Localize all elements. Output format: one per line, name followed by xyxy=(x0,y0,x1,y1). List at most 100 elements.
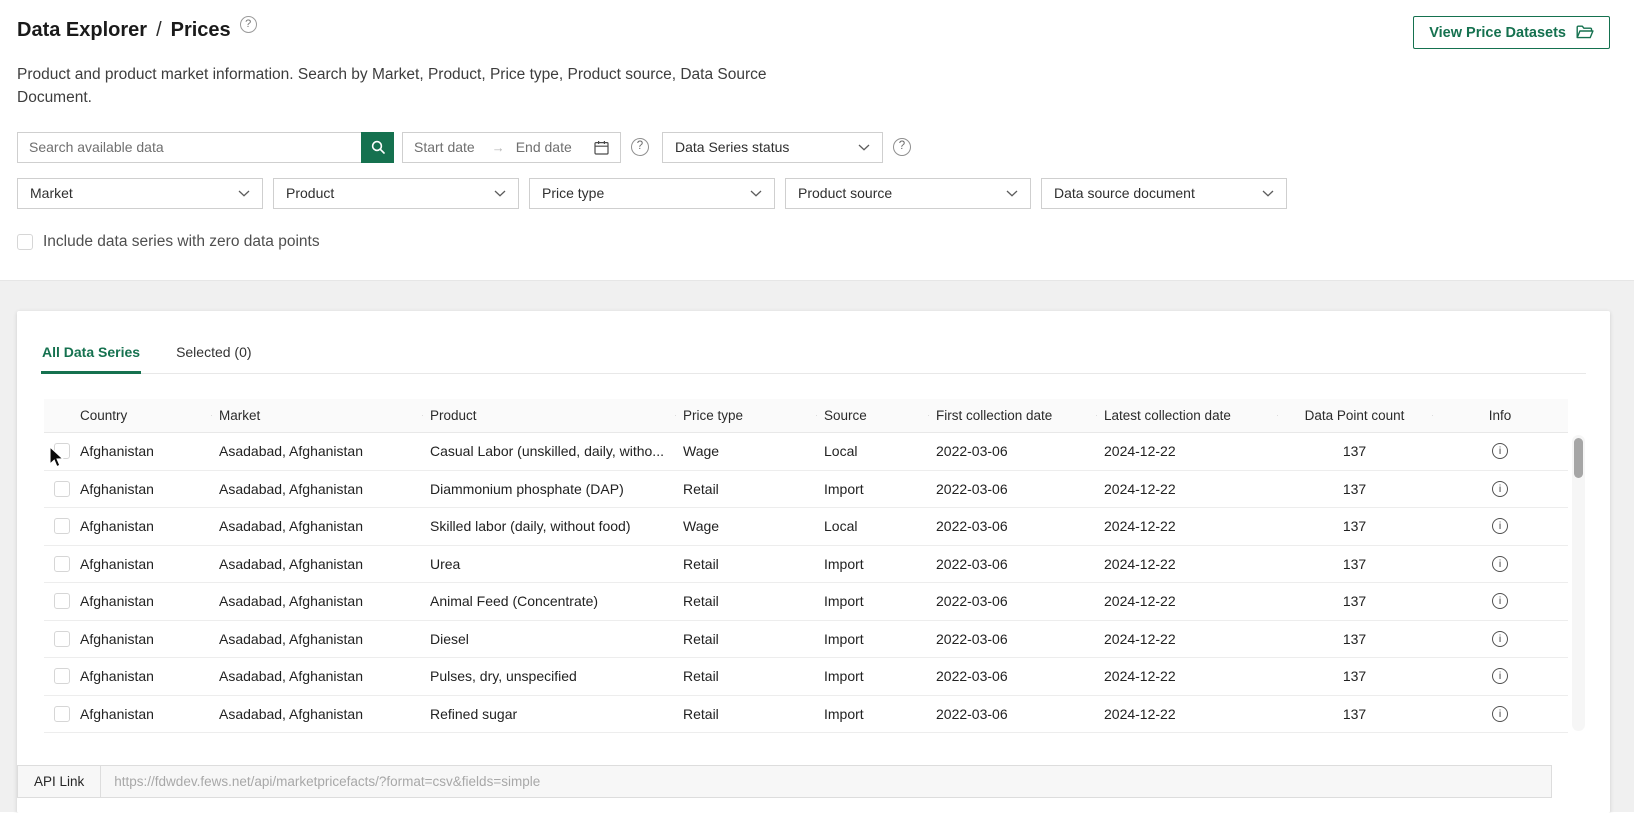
page-description: Product and product market information. … xyxy=(17,63,802,110)
column-header-latest-collection-date: Latest collection date xyxy=(1096,408,1277,423)
info-icon[interactable]: i xyxy=(1492,706,1508,722)
market-select[interactable]: Market xyxy=(17,178,263,209)
cell-first-collection-date: 2022-03-06 xyxy=(928,631,1096,647)
cell-market: Asadabad, Afghanistan xyxy=(211,518,422,534)
page-help-icon[interactable]: ? xyxy=(240,16,257,33)
cell-product: Refined sugar xyxy=(422,706,675,722)
view-price-datasets-label: View Price Datasets xyxy=(1429,25,1566,41)
cell-country: Afghanistan xyxy=(80,481,211,497)
tab-all-data-series[interactable]: All Data Series xyxy=(41,335,141,374)
row-checkbox[interactable] xyxy=(54,518,70,534)
cell-country: Afghanistan xyxy=(80,668,211,684)
table-row: Afghanistan Asadabad, Afghanistan Urea R… xyxy=(44,546,1568,584)
product-source-select[interactable]: Product source xyxy=(785,178,1031,209)
row-checkbox[interactable] xyxy=(54,668,70,684)
info-icon[interactable]: i xyxy=(1492,668,1508,684)
chevron-down-icon xyxy=(238,190,250,197)
cell-product: Animal Feed (Concentrate) xyxy=(422,593,675,609)
search-button[interactable] xyxy=(361,132,394,163)
page-header-section: Data Explorer / Prices ? View Price Data… xyxy=(0,0,1634,280)
tab-selected[interactable]: Selected (0) xyxy=(175,335,252,374)
status-help-icon[interactable]: ? xyxy=(893,138,911,156)
row-checkbox[interactable] xyxy=(54,481,70,497)
cell-first-collection-date: 2022-03-06 xyxy=(928,668,1096,684)
date-range-arrow-icon: → xyxy=(492,140,505,155)
row-checkbox[interactable] xyxy=(54,556,70,572)
cell-market: Asadabad, Afghanistan xyxy=(211,443,422,459)
cell-source: Import xyxy=(816,481,928,497)
zero-data-checkbox-row: Include data series with zero data point… xyxy=(17,233,1610,251)
column-header-first-collection-date: First collection date xyxy=(928,408,1096,423)
chevron-down-icon xyxy=(858,144,870,151)
column-header-country: Country xyxy=(80,408,211,423)
row-checkbox[interactable] xyxy=(54,593,70,609)
date-range-picker[interactable]: Start date → End date xyxy=(402,132,621,163)
row-checkbox[interactable] xyxy=(54,443,70,459)
cell-latest-collection-date: 2024-12-22 xyxy=(1096,556,1277,572)
row-checkbox[interactable] xyxy=(54,706,70,722)
cell-country: Afghanistan xyxy=(80,593,211,609)
cell-product: Urea xyxy=(422,556,675,572)
table-scrollbar-thumb[interactable] xyxy=(1574,438,1583,478)
data-source-document-select[interactable]: Data source document xyxy=(1041,178,1287,209)
data-series-table: Country Market Product Price type Source… xyxy=(44,399,1568,733)
column-header-source: Source xyxy=(816,408,928,423)
cell-market: Asadabad, Afghanistan xyxy=(211,593,422,609)
cell-latest-collection-date: 2024-12-22 xyxy=(1096,518,1277,534)
filter-row-primary: Start date → End date ? Data Series stat… xyxy=(17,132,1610,163)
product-select[interactable]: Product xyxy=(273,178,519,209)
view-price-datasets-button[interactable]: View Price Datasets xyxy=(1413,16,1610,49)
breadcrumb: Data Explorer / Prices ? xyxy=(17,16,257,42)
zero-data-checkbox[interactable] xyxy=(17,234,33,250)
cell-source: Import xyxy=(816,706,928,722)
cell-market: Asadabad, Afghanistan xyxy=(211,556,422,572)
table-row: Afghanistan Asadabad, Afghanistan Skille… xyxy=(44,508,1568,546)
table-row: Afghanistan Asadabad, Afghanistan Diammo… xyxy=(44,471,1568,509)
table-row: Afghanistan Asadabad, Afghanistan Animal… xyxy=(44,583,1568,621)
start-date-field[interactable]: Start date xyxy=(414,139,475,155)
cell-data-point-count: 137 xyxy=(1277,706,1432,722)
column-header-price-type: Price type xyxy=(675,408,816,423)
market-select-label: Market xyxy=(30,185,73,201)
row-checkbox[interactable] xyxy=(54,631,70,647)
cell-data-point-count: 137 xyxy=(1277,631,1432,647)
end-date-field[interactable]: End date xyxy=(516,139,572,155)
date-help-icon[interactable]: ? xyxy=(631,138,649,156)
cell-first-collection-date: 2022-03-06 xyxy=(928,443,1096,459)
cell-first-collection-date: 2022-03-06 xyxy=(928,593,1096,609)
calendar-icon[interactable] xyxy=(594,140,609,155)
cell-price-type: Retail xyxy=(675,668,816,684)
cell-data-point-count: 137 xyxy=(1277,556,1432,572)
info-icon[interactable]: i xyxy=(1492,443,1508,459)
info-icon[interactable]: i xyxy=(1492,481,1508,497)
cell-latest-collection-date: 2024-12-22 xyxy=(1096,631,1277,647)
cell-market: Asadabad, Afghanistan xyxy=(211,481,422,497)
open-folder-icon xyxy=(1576,25,1594,40)
cell-source: Import xyxy=(816,631,928,647)
cell-data-point-count: 137 xyxy=(1277,593,1432,609)
data-series-status-select[interactable]: Data Series status xyxy=(662,132,883,163)
price-type-select[interactable]: Price type xyxy=(529,178,775,209)
zero-data-checkbox-label: Include data series with zero data point… xyxy=(43,233,320,251)
table-row: Afghanistan Asadabad, Afghanistan Pulses… xyxy=(44,658,1568,696)
product-select-label: Product xyxy=(286,185,334,201)
cell-latest-collection-date: 2024-12-22 xyxy=(1096,593,1277,609)
info-icon[interactable]: i xyxy=(1492,556,1508,572)
cell-product: Pulses, dry, unspecified xyxy=(422,668,675,684)
cell-country: Afghanistan xyxy=(80,556,211,572)
search-input[interactable] xyxy=(18,133,361,162)
cell-price-type: Wage xyxy=(675,518,816,534)
cell-source: Local xyxy=(816,443,928,459)
breadcrumb-data-explorer[interactable]: Data Explorer xyxy=(17,19,147,42)
cell-price-type: Retail xyxy=(675,631,816,647)
cell-market: Asadabad, Afghanistan xyxy=(211,631,422,647)
cell-country: Afghanistan xyxy=(80,518,211,534)
chevron-down-icon xyxy=(494,190,506,197)
cell-country: Afghanistan xyxy=(80,443,211,459)
cell-price-type: Retail xyxy=(675,706,816,722)
api-link-url-field[interactable] xyxy=(101,766,1551,797)
info-icon[interactable]: i xyxy=(1492,631,1508,647)
info-icon[interactable]: i xyxy=(1492,593,1508,609)
column-header-data-point-count: Data Point count xyxy=(1277,408,1432,423)
info-icon[interactable]: i xyxy=(1492,518,1508,534)
